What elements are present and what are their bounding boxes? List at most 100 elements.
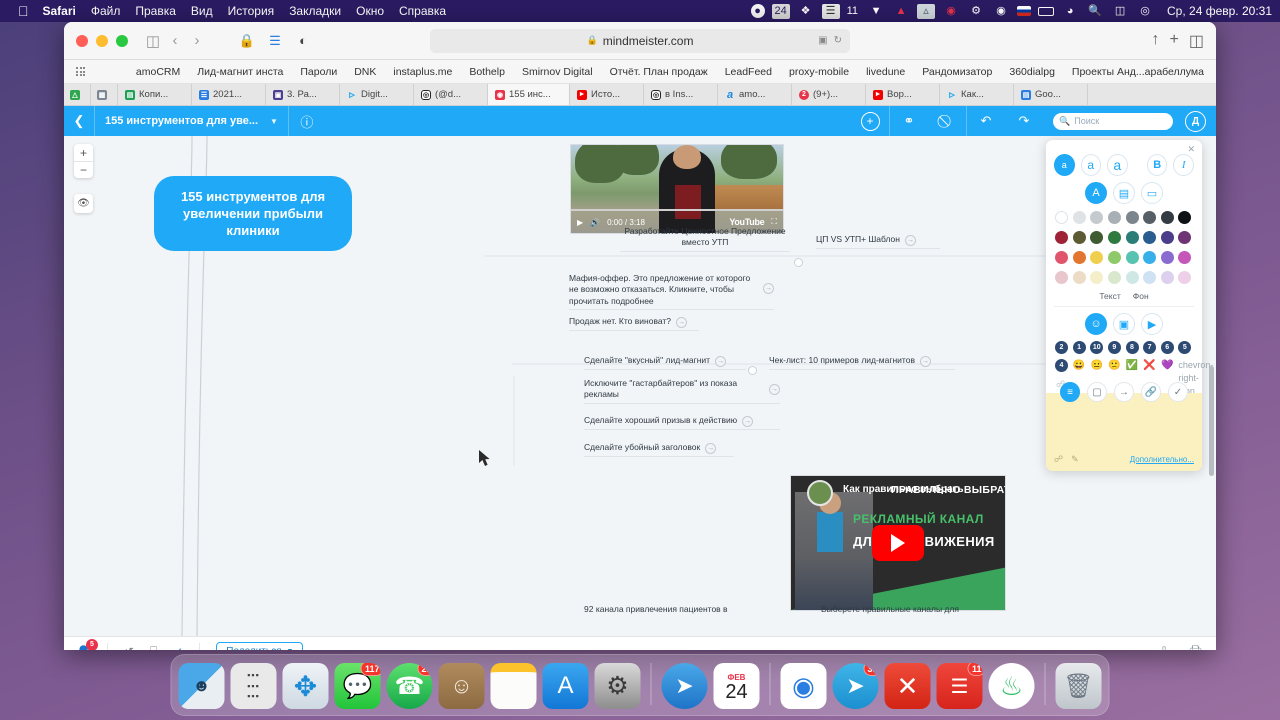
tab-google[interactable]: ▤ Goo... bbox=[1014, 84, 1088, 105]
tab-2021[interactable]: ☰ 2021... bbox=[192, 84, 266, 105]
presentation-icon[interactable]: ⎕ bbox=[150, 644, 157, 650]
tab-3-ra[interactable]: ▣ 3. Ра... bbox=[266, 84, 340, 105]
number-badge[interactable]: 9 bbox=[1107, 341, 1121, 354]
extension-1password-icon[interactable]: 🔒 bbox=[236, 30, 258, 52]
menu-item-file[interactable]: Файл bbox=[91, 4, 121, 18]
notes-footer[interactable]: ☍ ✎ Дополнительно... bbox=[1054, 454, 1194, 465]
macos-dock[interactable]: ☻ ▪▪▪ ▪▪▪ ▪▪▪ ✥ 💬 117 ☎ 21 ☺ A ⚙ ➤ ФЕВ 24 … bbox=[170, 654, 1110, 716]
print-icon[interactable]: 🖨 bbox=[1187, 644, 1204, 651]
color-swatch[interactable] bbox=[1160, 271, 1174, 284]
more-options-link[interactable]: Дополнительно... bbox=[1130, 455, 1194, 464]
branch-joint[interactable] bbox=[794, 258, 803, 267]
menu-item-help[interactable]: Справка bbox=[399, 4, 446, 18]
emoji-check-icon[interactable]: ✅ bbox=[1126, 359, 1139, 372]
bookmark-bothelp[interactable]: Bothelp bbox=[469, 66, 505, 78]
color-swatch[interactable] bbox=[1143, 251, 1157, 264]
collaborators-icon[interactable]: 👤 5 bbox=[76, 638, 98, 650]
tab-istoria[interactable]: ► Исто... bbox=[570, 84, 644, 105]
display-icon[interactable]: ◫ bbox=[1111, 4, 1129, 19]
color-swatch[interactable] bbox=[1125, 211, 1139, 224]
tab-instagram-d[interactable]: ◎ (@d... bbox=[414, 84, 488, 105]
notes-icon[interactable]: ≡ bbox=[1060, 382, 1080, 402]
tab-drive[interactable]: △ bbox=[64, 84, 91, 105]
color-swatch[interactable] bbox=[1178, 271, 1192, 284]
notes-section[interactable]: ≡ ▢ → 🔗 ✓ ☍ ✎ Дополнительно... bbox=[1046, 382, 1202, 471]
tab-overview-icon[interactable]: ◫ bbox=[1189, 31, 1204, 51]
color-swatch[interactable] bbox=[1090, 251, 1104, 264]
dropbox-icon[interactable]: ❖ bbox=[797, 4, 815, 19]
node-lead-magnet[interactable]: Сделайте "вкусный" лид-магнит → bbox=[584, 355, 746, 370]
bookmark-dnk[interactable]: DNK bbox=[354, 66, 376, 78]
mode-fill-label[interactable]: Фон bbox=[1133, 291, 1149, 301]
menu-item-history[interactable]: История bbox=[228, 4, 275, 18]
search-spotlight-icon[interactable]: 🔍 bbox=[1086, 4, 1104, 19]
bookmark-randomizator[interactable]: Рандомизатор bbox=[922, 66, 992, 78]
font-size-row[interactable]: a a a B I bbox=[1054, 154, 1194, 176]
info-icon[interactable]: ⓘ bbox=[289, 112, 325, 131]
chevron-down-icon[interactable]: ▼ bbox=[270, 117, 278, 126]
dock-app-finder[interactable]: ☻ bbox=[178, 663, 225, 709]
number-badge[interactable]: 7 bbox=[1143, 341, 1157, 354]
bold-button[interactable]: B bbox=[1146, 154, 1168, 176]
tab-kopi[interactable]: ▤ Копи... bbox=[118, 84, 192, 105]
open-node-icon[interactable]: → bbox=[904, 235, 916, 246]
bookmark-proekty[interactable]: Проекты Анд...арабеллума bbox=[1072, 66, 1204, 78]
redo-button[interactable]: ↷ bbox=[1005, 113, 1043, 129]
italic-button[interactable]: I bbox=[1173, 154, 1194, 176]
dock-app-telegram[interactable]: ➤ 31 bbox=[832, 663, 879, 709]
color-swatch[interactable] bbox=[1055, 231, 1068, 244]
back-button-icon[interactable]: ‹ bbox=[164, 30, 186, 52]
color-swatch[interactable] bbox=[1143, 231, 1157, 244]
unlink-icon[interactable]: ☍ bbox=[1054, 454, 1063, 465]
emoji-sad-icon[interactable]: 🙁 bbox=[1108, 359, 1121, 372]
color-swatch[interactable] bbox=[1055, 271, 1068, 284]
canvas-scrollbar[interactable] bbox=[1209, 366, 1214, 476]
color-swatch[interactable] bbox=[1143, 211, 1157, 224]
badge-row-1[interactable]: 2 1 10 9 8 7 6 5 bbox=[1055, 341, 1193, 354]
tab-vor[interactable]: ► Вор... bbox=[866, 84, 940, 105]
play-status-icon[interactable]: ◉ bbox=[992, 4, 1010, 19]
dock-app-notes[interactable] bbox=[490, 663, 537, 709]
color-swatch[interactable] bbox=[1125, 251, 1139, 264]
play-icon[interactable]: ▶ bbox=[577, 218, 583, 227]
user-status-icon[interactable]: ◎ bbox=[1136, 4, 1154, 19]
toolbar-right-group[interactable]: ↑ + ◫ bbox=[1152, 31, 1204, 51]
border-icon[interactable]: ▤ bbox=[1113, 182, 1135, 204]
emoji-icon[interactable]: ☺ bbox=[1085, 313, 1107, 335]
calendar-status-icon[interactable]: 24 bbox=[771, 3, 790, 19]
reload-icon[interactable]: ↻ bbox=[834, 35, 842, 46]
bluetooth-icon[interactable]: ● bbox=[750, 4, 765, 18]
dock-app-todoist[interactable]: ☰ 11 bbox=[936, 663, 983, 709]
close-icon[interactable]: ✕ bbox=[1187, 144, 1195, 155]
tab-doc[interactable]: ▦ bbox=[91, 84, 118, 105]
attachment-icon[interactable]: 🔗 bbox=[1141, 382, 1161, 402]
number-badge[interactable]: 8 bbox=[1125, 341, 1139, 354]
open-node-icon[interactable]: → bbox=[763, 283, 774, 294]
node-mafia-offer[interactable]: Мафия-оффер. Это предложение от которого… bbox=[569, 273, 774, 311]
font-size-medium-button[interactable]: a bbox=[1080, 154, 1102, 176]
color-swatch[interactable] bbox=[1178, 211, 1192, 224]
search-input[interactable]: 🔍 Поиск bbox=[1053, 112, 1173, 130]
wifi-icon[interactable]: ◕ bbox=[1061, 4, 1079, 19]
add-node-button[interactable]: + bbox=[851, 111, 889, 131]
address-bar[interactable]: 🔒 mindmeister.com ▣ ↻ bbox=[430, 28, 850, 53]
emoji-heart-icon[interactable]: 💜 bbox=[1161, 359, 1174, 372]
play-button[interactable] bbox=[872, 525, 924, 561]
drive-status-icon[interactable]: ▵ bbox=[917, 3, 936, 19]
download-icon[interactable]: ⇩ bbox=[1159, 644, 1170, 651]
color-swatch[interactable] bbox=[1160, 231, 1174, 244]
bookmark-otchet[interactable]: Отчёт. План продаж bbox=[610, 66, 708, 78]
root-node[interactable]: 155 инструментов для увеличении прибыли … bbox=[154, 176, 352, 252]
bookmark-livedune[interactable]: livedune bbox=[866, 66, 905, 78]
menubar-clock[interactable]: Ср, 24 февр. 20:31 bbox=[1167, 4, 1272, 18]
close-window-button[interactable] bbox=[76, 34, 88, 47]
open-node-icon[interactable]: → bbox=[705, 443, 717, 454]
note-action-buttons[interactable]: ≡ ▢ → 🔗 ✓ bbox=[1046, 382, 1202, 402]
node-92-channels[interactable]: 92 канала привлечения пациентов в bbox=[584, 604, 760, 617]
clock-red-icon[interactable]: ▲ bbox=[892, 4, 910, 19]
color-mode-row[interactable]: Текст Фон bbox=[1054, 288, 1194, 307]
text-color-icon[interactable]: A bbox=[1085, 182, 1107, 204]
bookmark-instaplus[interactable]: instaplus.me bbox=[393, 66, 452, 78]
node-value-proposition[interactable]: Разработайте Ценностное Предложение вмес… bbox=[620, 226, 790, 252]
connection-icon[interactable]: → bbox=[1114, 382, 1134, 402]
